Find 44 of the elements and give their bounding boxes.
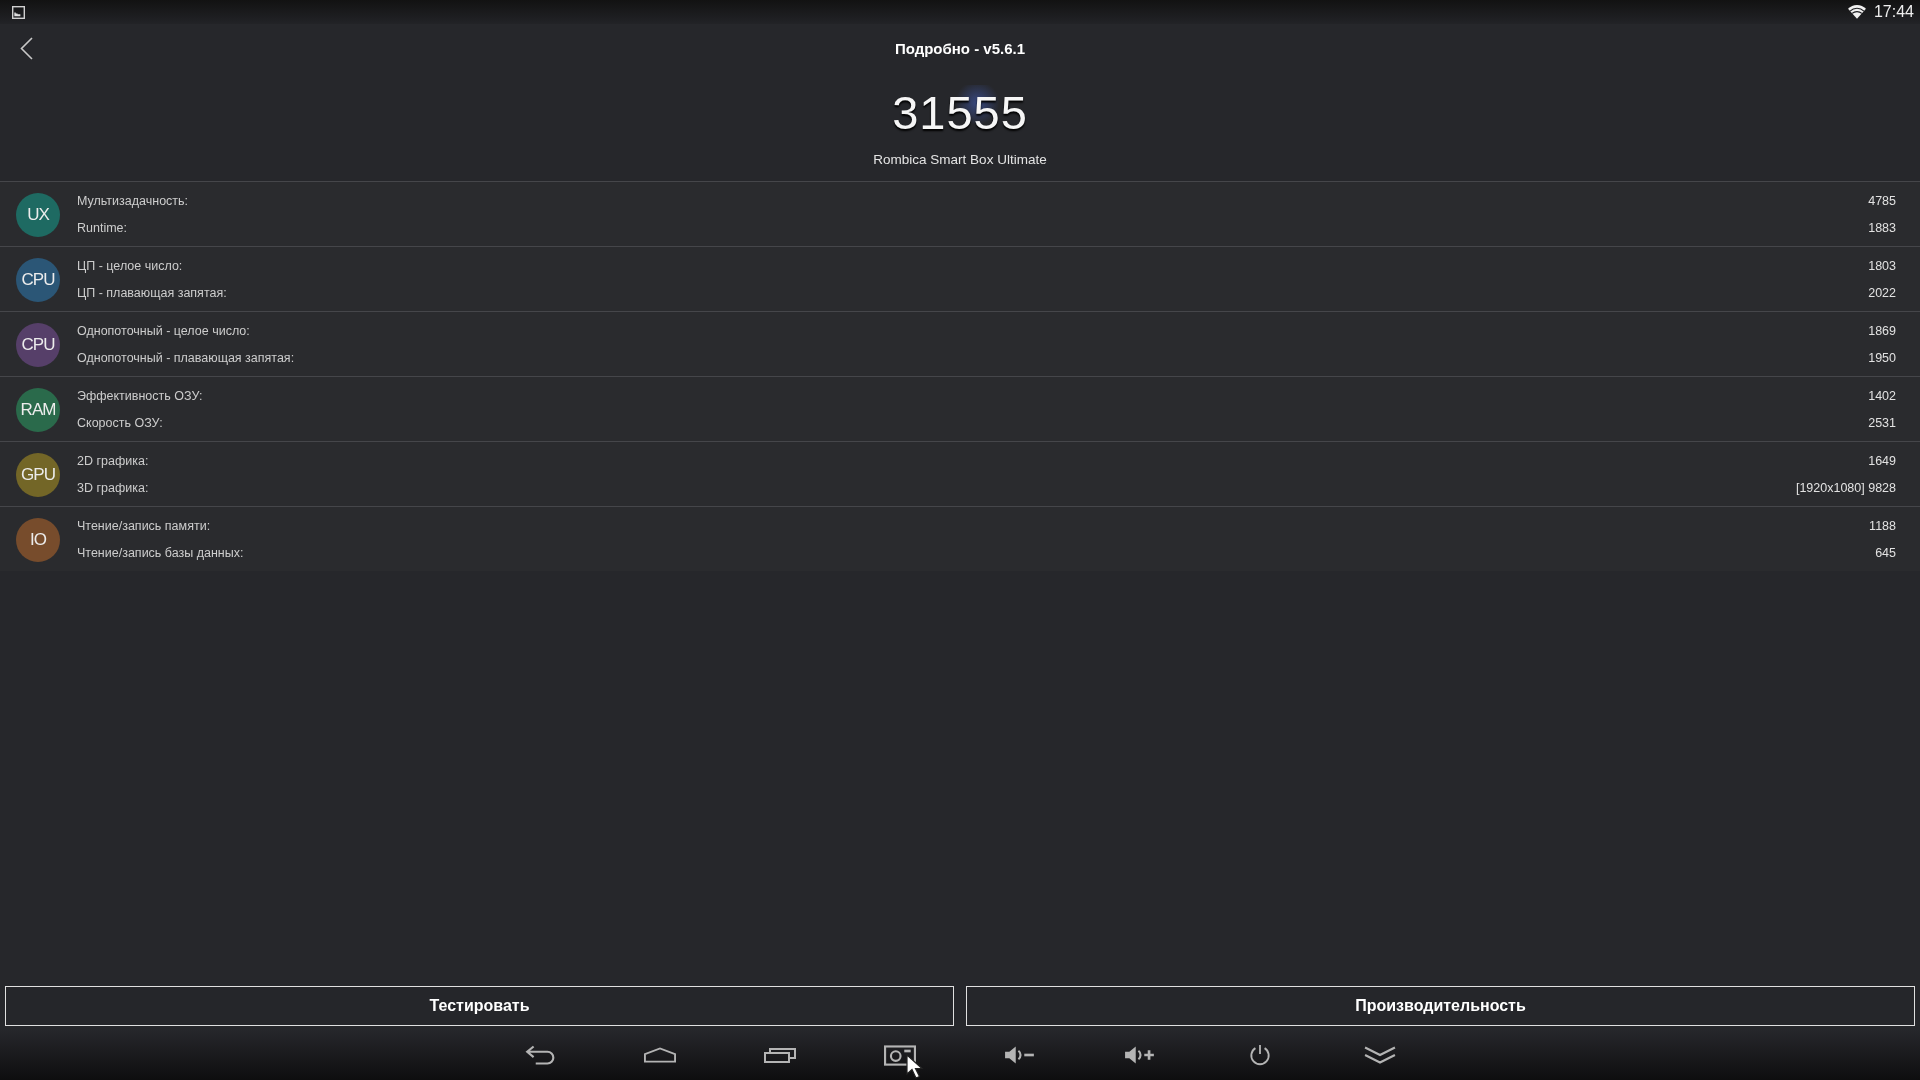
metric-value: 1188 [1869, 518, 1896, 535]
metric-value: 1869 [1868, 323, 1896, 340]
mouse-pointer-icon [906, 1054, 926, 1080]
volume-up-icon[interactable] [1124, 1044, 1156, 1066]
metric-value: 2531 [1868, 415, 1896, 432]
action-button[interactable]: Тестировать [5, 986, 954, 1026]
metric-value: 1402 [1868, 388, 1896, 405]
camera-icon[interactable] [884, 1044, 916, 1066]
gallery-icon [12, 5, 25, 19]
volume-down-icon[interactable] [1004, 1044, 1036, 1066]
metric-value: 1803 [1868, 258, 1896, 275]
category-badge: CPU [16, 257, 60, 302]
metric-label: Runtime: [77, 220, 128, 237]
metric-label: Мультизадачность: [77, 193, 189, 210]
metric-label: ЦП - плавающая запятая: [77, 285, 227, 302]
metric-value: 4785 [1868, 193, 1896, 210]
metric-value: 1883 [1868, 220, 1896, 237]
metric-value: 645 [1875, 545, 1896, 562]
back-icon[interactable] [20, 37, 33, 60]
metric-value: 1950 [1868, 350, 1896, 367]
category-badge: CPU [16, 322, 60, 367]
device-name: Rombica Smart Box Ultimate [873, 151, 1047, 169]
metric-label: Скорость ОЗУ: [77, 415, 163, 432]
clock-time: 17:44 [1873, 2, 1914, 22]
metric-label: ЦП - целое число: [77, 258, 183, 275]
metric-label: Эффективность ОЗУ: [77, 388, 203, 405]
metric-label: 2D графика: [77, 453, 149, 470]
category-badge: IO [16, 517, 60, 562]
category-badge: GPU [16, 452, 60, 497]
metric-label: Чтение/запись памяти: [77, 518, 211, 535]
double-chevron-icon[interactable] [1364, 1044, 1396, 1066]
metric-value: 2022 [1868, 285, 1896, 302]
metric-label: Однопоточный - целое число: [77, 323, 250, 340]
metric-label: Чтение/запись базы данных: [77, 545, 244, 562]
metric-value: [1920x1080] 9828 [1795, 480, 1896, 497]
page-title: Подробно - v5.6.1 [894, 39, 1026, 59]
category-badge: UX [16, 192, 60, 237]
category-badge: RAM [16, 387, 60, 432]
metric-label: 3D графика: [77, 480, 149, 497]
metric-label: Однопоточный - плавающая запятая: [77, 350, 295, 367]
action-button[interactable]: Производительность [966, 986, 1915, 1026]
back-icon[interactable] [524, 1044, 556, 1066]
metric-value: 1649 [1868, 453, 1896, 470]
wifi-icon [1847, 5, 1866, 19]
